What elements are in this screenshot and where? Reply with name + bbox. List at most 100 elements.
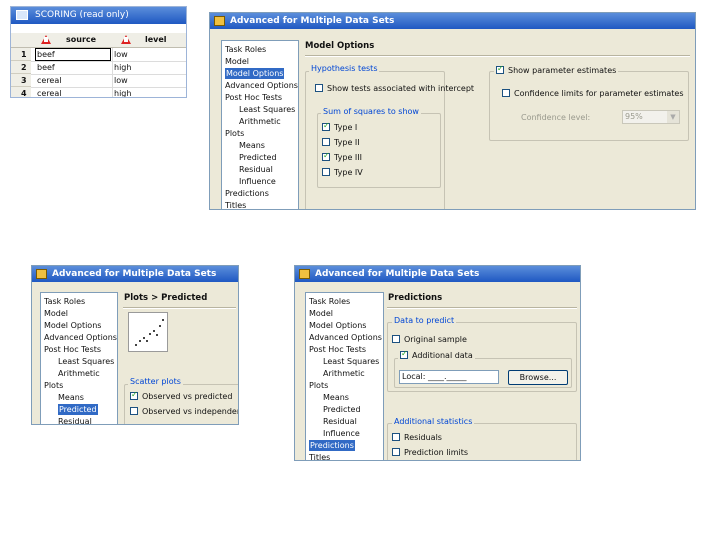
tree-item-predicted[interactable]: Predicted [323,404,361,415]
checkbox-box [502,89,510,97]
tree-item-plots[interactable]: Plots [225,128,244,139]
tree-item-titles[interactable]: Titles [225,200,246,209]
checkbox-box [322,151,330,161]
warning-icon [121,35,131,44]
confidence-limits-checkbox[interactable]: Confidence limits for parameter estimate… [502,89,684,99]
checkbox-box [130,407,138,415]
table-cell[interactable]: high [114,62,131,74]
show-parameter-estimates-checkbox[interactable]: Show parameter estimates [494,64,619,76]
checkbox-box [400,349,408,359]
tree-item-residual[interactable]: Residual [239,164,273,175]
table-cell[interactable]: low [114,75,128,87]
tree-item-least-squares[interactable]: Least Squares [58,356,114,367]
group-label: Hypothesis tests [309,64,380,73]
tree-item-titles[interactable]: Titles [309,452,330,460]
dialog-title-bar: Advanced for Multiple Data Sets [210,13,695,29]
tree-item-arithmetic[interactable]: Arithmetic [323,368,365,379]
data-path-value: Local: ____._____ [402,372,467,381]
browse-button[interactable]: Browse... [508,370,568,385]
checkbox-box [322,121,330,131]
checkbox-box [496,64,504,74]
tree-item-advanced-options[interactable]: Advanced Options [44,332,117,343]
confidence-level-value: 95% [625,112,643,121]
observed-vs-predicted-checkbox[interactable]: Observed vs predicted [130,390,232,402]
group-label: Scatter plots [128,377,183,386]
column-header-level[interactable]: level [145,34,167,46]
tree-item-post-hoc-tests[interactable]: Post Hoc Tests [225,92,282,103]
dialog-title: Advanced for Multiple Data Sets [315,269,480,279]
tree-item-means[interactable]: Means [323,392,349,403]
dialog-title-bar: Advanced for Multiple Data Sets [295,266,580,282]
observed-vs-independents-checkbox[interactable]: Observed vs independents [130,407,238,417]
advanced-dialog-model-options: Advanced for Multiple Data Sets Task Rol… [209,12,696,210]
checkbox-box [130,390,138,400]
show-intercept-checkbox[interactable]: Show tests associated with intercept [315,84,474,94]
tree-item-advanced-options[interactable]: Advanced Options [225,80,298,91]
tree-item-least-squares[interactable]: Least Squares [323,356,379,367]
warning-icon [41,35,51,44]
scoring-title-bar: SCORING (read only) [11,7,186,24]
tree-item-residual[interactable]: Residual [323,416,357,427]
separator [305,55,690,57]
table-cell[interactable]: beef [37,49,55,61]
table-cell[interactable]: cereal [37,75,61,87]
app-icon [214,16,225,26]
tree-item-model-options[interactable]: Model Options [309,320,366,331]
residuals-checkbox[interactable]: Residuals [392,433,442,443]
tree-item-plots[interactable]: Plots [309,380,328,391]
tree-item-means[interactable]: Means [58,392,84,403]
tree-item-post-hoc-tests[interactable]: Post Hoc Tests [44,344,101,355]
tree-item-predicted[interactable]: Predicted [239,152,277,163]
tree-item-model[interactable]: Model [44,308,68,319]
row-number: 2 [11,61,31,74]
tree-item-task-roles[interactable]: Task Roles [309,296,350,307]
tree-item-task-roles[interactable]: Task Roles [225,44,266,55]
advanced-dialog-plots-predicted: Advanced for Multiple Data Sets Task Rol… [31,265,239,425]
tree-item-model[interactable]: Model [309,308,333,319]
type-3-checkbox[interactable]: Type III [322,151,362,163]
panel-title: Model Options [305,41,375,51]
tree-item-means[interactable]: Means [239,140,265,151]
table-cell[interactable]: high [114,88,131,97]
scoring-table-window: SCORING (read only) source level 1 2 3 4… [10,6,187,98]
type-2-checkbox[interactable]: Type II [322,138,360,148]
tree-item-model-options[interactable]: Model Options [44,320,101,331]
tree-item-least-squares[interactable]: Least Squares [239,104,295,115]
tree-item-post-hoc-tests[interactable]: Post Hoc Tests [309,344,366,355]
tree-item-predictions[interactable]: Predictions [225,188,269,199]
tree-item-influence[interactable]: Influence [239,176,276,187]
confidence-level-select[interactable]: 95% ▼ [622,110,680,124]
chevron-down-icon: ▼ [667,111,679,123]
type-4-checkbox[interactable]: Type IV [322,168,363,178]
row-number: 4 [11,87,31,97]
tree-item-advanced-options[interactable]: Advanced Options [309,332,382,343]
additional-data-checkbox[interactable]: Additional data [398,349,475,361]
scoring-title: SCORING (read only) [35,10,129,20]
checkbox-box [392,448,400,456]
parameter-estimates-group [489,71,689,141]
tree-item-residual[interactable]: Residual [58,416,92,424]
table-cell[interactable]: beef [37,62,55,74]
dialog-title-bar: Advanced for Multiple Data Sets [32,266,238,282]
column-header-source[interactable]: source [66,34,96,46]
scatter-plot-thumbnail [128,312,168,352]
checkbox-box [392,433,400,441]
table-cell[interactable]: cereal [37,88,61,97]
tree-item-influence[interactable]: Influence [323,428,360,439]
navigation-tree: Task Roles Model Model Options Advanced … [40,292,118,424]
separator [123,307,236,309]
tree-item-task-roles[interactable]: Task Roles [44,296,85,307]
tree-item-predicted[interactable]: Predicted [58,404,98,415]
data-path-input[interactable]: Local: ____._____ [399,370,499,384]
tree-item-predictions[interactable]: Predictions [309,440,355,451]
tree-item-model[interactable]: Model [225,56,249,67]
tree-item-arithmetic[interactable]: Arithmetic [58,368,100,379]
tree-item-plots[interactable]: Plots [44,380,63,391]
type-1-checkbox[interactable]: Type I [322,121,357,133]
dialog-title: Advanced for Multiple Data Sets [52,269,217,279]
original-sample-checkbox[interactable]: Original sample [392,335,467,345]
prediction-limits-checkbox[interactable]: Prediction limits [392,448,468,458]
table-cell[interactable]: low [114,49,128,61]
tree-item-arithmetic[interactable]: Arithmetic [239,116,281,127]
tree-item-model-options[interactable]: Model Options [225,68,285,79]
